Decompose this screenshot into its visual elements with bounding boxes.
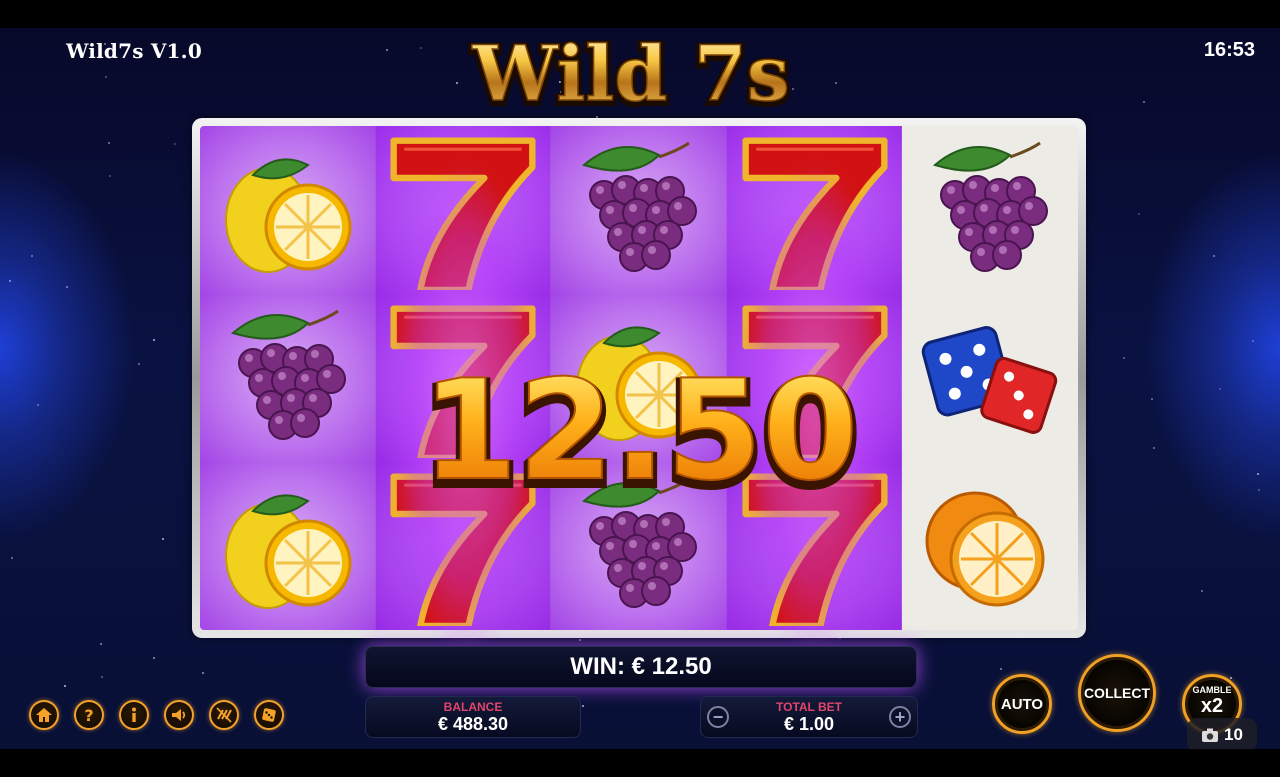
camera-icon xyxy=(1202,728,1219,742)
star xyxy=(138,362,141,365)
star xyxy=(582,704,585,707)
turbo-icon xyxy=(216,707,232,723)
letterbox-top xyxy=(0,0,1280,28)
star xyxy=(161,537,164,540)
screenshot-counter[interactable]: 10 xyxy=(1187,718,1257,749)
win-amount-text: WIN: € 12.50 xyxy=(570,653,712,680)
win-bar: WIN: € 12.50 xyxy=(365,646,917,688)
star xyxy=(63,685,66,688)
symbol-lemon xyxy=(200,126,376,294)
reel-5 xyxy=(902,126,1078,630)
collect-label: COLLECT xyxy=(1083,685,1151,701)
star xyxy=(1143,101,1146,104)
sound-button[interactable] xyxy=(164,700,194,730)
total-bet-panel: − TOTAL BET € 1.00 + xyxy=(700,696,918,738)
star xyxy=(1251,339,1254,342)
star xyxy=(99,643,102,646)
letterbox-bottom xyxy=(0,749,1280,777)
info-button[interactable] xyxy=(119,700,149,730)
star xyxy=(65,286,68,289)
star xyxy=(1201,589,1204,592)
sound-icon xyxy=(172,709,186,721)
star xyxy=(173,143,176,146)
increase-bet-button[interactable]: + xyxy=(889,706,911,728)
auto-label: AUTO xyxy=(1000,695,1044,713)
star xyxy=(1218,388,1221,391)
info-icon xyxy=(132,707,136,722)
star xyxy=(386,48,389,51)
game-scene: Wild7s V1.0 16:53 Wild 7s Wild 7s 12.50 … xyxy=(0,28,1280,749)
balance-panel: BALANCE € 488.30 xyxy=(365,696,581,738)
star xyxy=(10,557,13,560)
symbol-dice xyxy=(902,294,1078,462)
star xyxy=(108,142,110,145)
star xyxy=(152,657,155,660)
star xyxy=(1150,397,1153,400)
game-logo: Wild 7s Wild 7s xyxy=(467,34,793,118)
counter-value: 10 xyxy=(1224,725,1243,744)
svg-text:?: ? xyxy=(84,706,93,725)
dice-icon xyxy=(262,708,276,722)
game-rules-button[interactable] xyxy=(254,700,284,730)
star xyxy=(202,672,205,675)
collect-button[interactable]: COLLECT xyxy=(1078,654,1156,732)
star xyxy=(1138,213,1141,216)
star xyxy=(36,403,39,406)
auto-play-button[interactable]: AUTO xyxy=(992,674,1052,734)
symbol-grapes xyxy=(551,126,727,294)
help-icon: ? xyxy=(84,706,93,725)
star xyxy=(1152,447,1155,450)
star xyxy=(1213,255,1216,258)
home-button[interactable] xyxy=(29,700,59,730)
star xyxy=(30,254,33,257)
clock: 16:53 xyxy=(1203,39,1255,61)
star xyxy=(101,676,104,679)
star xyxy=(153,338,156,341)
star xyxy=(1257,472,1260,475)
symbol-lemon xyxy=(200,462,376,630)
star xyxy=(999,668,1002,671)
star xyxy=(579,638,582,641)
gamble-label: GAMBLE xyxy=(1192,684,1232,695)
gamble-multiplier: x2 xyxy=(1200,694,1224,717)
big-win-amount: 12.50 12.50 xyxy=(417,358,864,508)
star xyxy=(8,279,11,282)
star xyxy=(1229,676,1232,679)
home-icon xyxy=(36,708,52,722)
reel-1 xyxy=(200,126,376,630)
turbo-button[interactable] xyxy=(209,700,239,730)
game-version-title: Wild7s V1.0 xyxy=(66,39,202,63)
symbol-grapes xyxy=(902,126,1078,294)
total-bet-label: TOTAL BET xyxy=(776,700,842,714)
total-bet-value: € 1.00 xyxy=(783,714,835,734)
star xyxy=(1122,357,1125,360)
svg-text:Wild 7s: Wild 7s xyxy=(471,34,789,118)
symbol-orange xyxy=(902,462,1078,630)
balance-value: € 488.30 xyxy=(437,714,509,734)
help-button[interactable]: ? xyxy=(74,700,104,730)
star xyxy=(1257,489,1260,492)
symbol-grapes xyxy=(200,294,376,462)
balance-label: BALANCE xyxy=(443,700,503,714)
svg-text:12.50: 12.50 xyxy=(422,358,859,508)
star xyxy=(105,75,108,78)
star xyxy=(109,175,112,178)
